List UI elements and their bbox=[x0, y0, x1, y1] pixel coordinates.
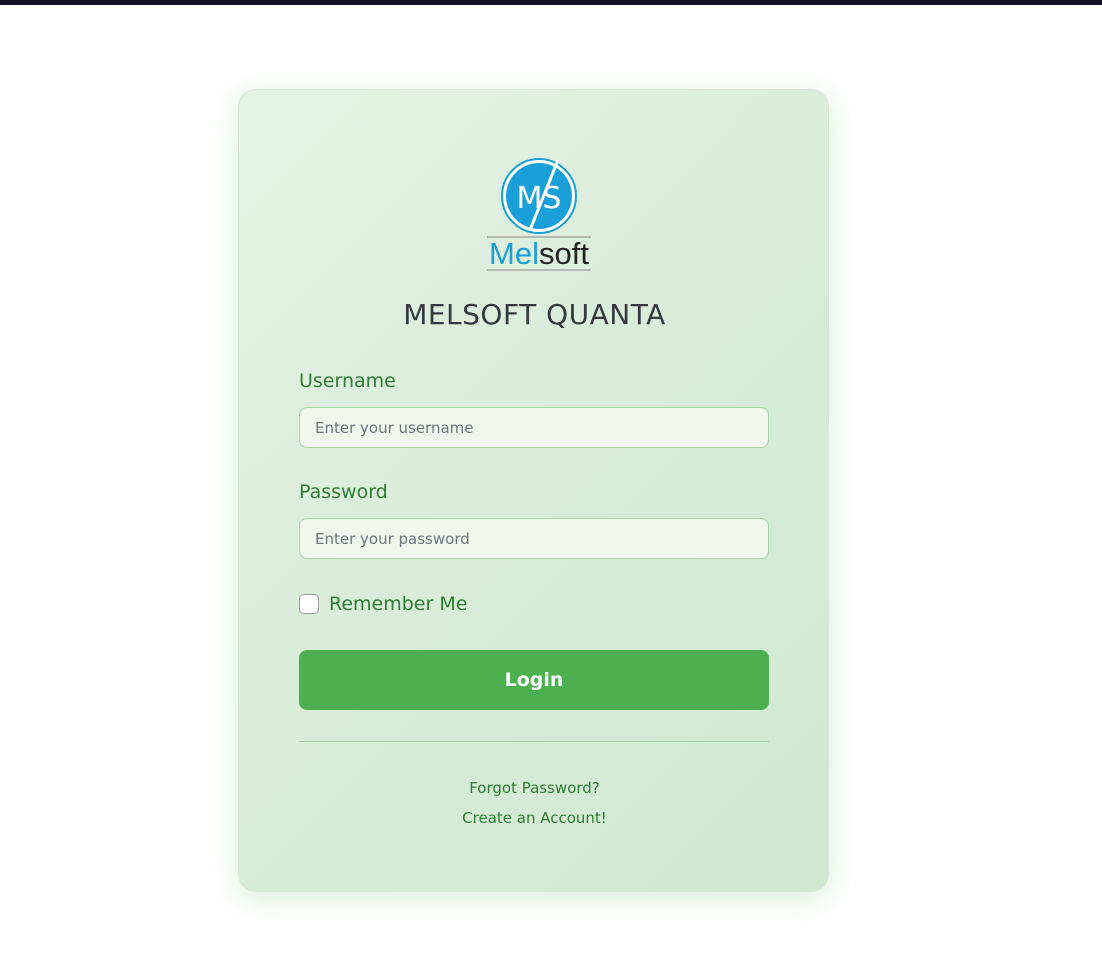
remember-me-toggle[interactable]: Remember Me bbox=[299, 593, 467, 615]
password-label: Password bbox=[299, 481, 388, 503]
app-title: MELSOFT QUANTA bbox=[403, 298, 666, 331]
login-card: MS Melsoft MELSOFT QUANTA Username Passw… bbox=[238, 89, 829, 892]
remember-me-checkbox[interactable] bbox=[299, 594, 319, 614]
forgot-password-link[interactable]: Forgot Password? bbox=[239, 779, 830, 797]
create-account-link[interactable]: Create an Account! bbox=[239, 809, 830, 827]
svg-text:Melsoft: Melsoft bbox=[489, 236, 589, 271]
login-button[interactable]: Login bbox=[299, 650, 769, 710]
password-input[interactable] bbox=[299, 518, 769, 559]
melsoft-logo: MS Melsoft bbox=[487, 158, 591, 271]
username-input[interactable] bbox=[299, 407, 769, 448]
username-label: Username bbox=[299, 370, 396, 392]
remember-me-label: Remember Me bbox=[329, 593, 468, 615]
browser-top-bar bbox=[0, 0, 1102, 5]
svg-text:MS: MS bbox=[517, 181, 562, 216]
divider bbox=[299, 741, 769, 742]
